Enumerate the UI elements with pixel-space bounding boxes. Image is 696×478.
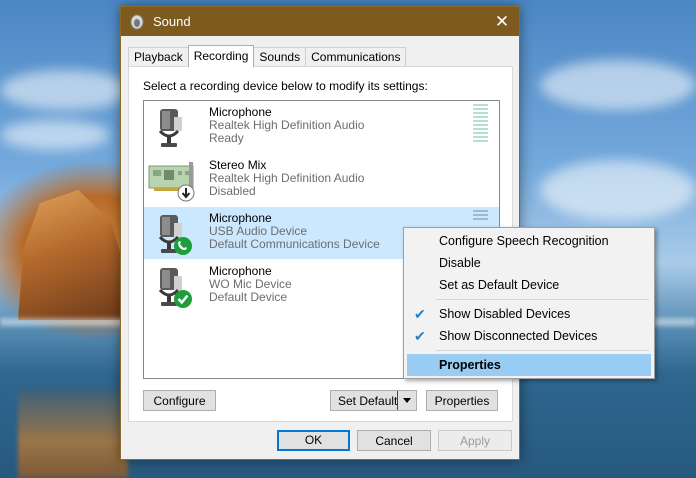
context-menu: Configure Speech Recognition Disable Set… [403, 227, 655, 379]
ok-button[interactable]: OK [277, 430, 350, 451]
level-meter [473, 104, 488, 144]
set-default-label: Set Default [338, 394, 398, 408]
menu-item-show-disabled[interactable]: ✔ Show Disabled Devices [407, 303, 651, 325]
device-status: Default Communications Device [209, 237, 380, 251]
microphone-icon [158, 268, 192, 308]
device-status: Default Device [209, 290, 288, 304]
device-status: Disabled [209, 184, 256, 198]
instruction-text: Select a recording device below to modif… [143, 79, 428, 93]
level-meter [473, 210, 488, 222]
microphone-icon [158, 109, 182, 147]
menu-separator [436, 299, 649, 300]
properties-button[interactable]: Properties [426, 390, 498, 411]
title-bar[interactable]: Sound ✕ [121, 7, 519, 36]
configure-button[interactable]: Configure [143, 390, 216, 411]
set-default-split-button[interactable]: Set Default [330, 390, 417, 411]
menu-item-set-default[interactable]: Set as Default Device [407, 274, 651, 296]
chevron-down-icon[interactable] [397, 391, 416, 410]
device-row[interactable]: Stereo Mix Realtek High Definition Audio… [144, 154, 499, 206]
close-button[interactable]: ✕ [485, 7, 519, 36]
tab-strip: Playback Recording Sounds Communications [128, 45, 407, 67]
menu-item-disable[interactable]: Disable [407, 252, 651, 274]
sound-card-icon [148, 162, 195, 202]
apply-button[interactable]: Apply [438, 430, 512, 451]
close-icon: ✕ [494, 11, 510, 31]
speaker-icon [130, 14, 144, 29]
device-row[interactable]: Microphone Realtek High Definition Audio… [144, 101, 499, 153]
tab-communications[interactable]: Communications [305, 47, 407, 66]
menu-item-show-disconnected[interactable]: ✔ Show Disconnected Devices [407, 325, 651, 347]
tab-playback[interactable]: Playback [128, 47, 189, 66]
cancel-button[interactable]: Cancel [357, 430, 431, 451]
microphone-icon [158, 215, 192, 255]
menu-item-properties[interactable]: Properties [407, 354, 651, 376]
checkmark-icon: ✔ [414, 306, 426, 322]
window-title: Sound [153, 14, 191, 29]
menu-item-configure-speech[interactable]: Configure Speech Recognition [407, 230, 651, 252]
checkmark-icon: ✔ [414, 328, 426, 344]
device-status: Ready [209, 131, 244, 145]
tab-sounds[interactable]: Sounds [253, 47, 307, 66]
rock-formation [18, 190, 128, 320]
tab-recording[interactable]: Recording [187, 45, 255, 67]
menu-separator [436, 350, 649, 351]
